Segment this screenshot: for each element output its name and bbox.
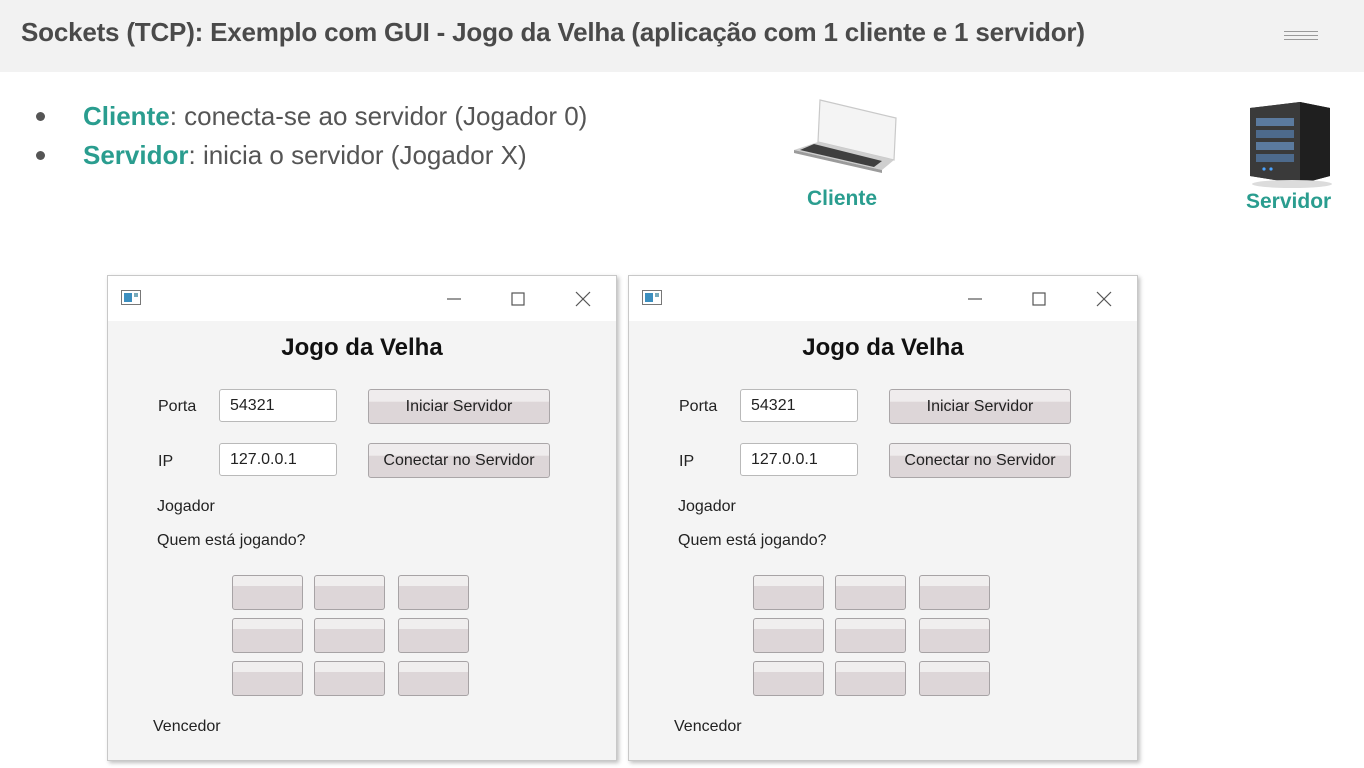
port-label: Porta: [679, 398, 718, 415]
board-cell[interactable]: [919, 575, 990, 610]
board-cell[interactable]: [835, 575, 906, 610]
tic-tac-toe-window-2: Jogo da Velha Porta 54321 Iniciar Servid…: [628, 275, 1138, 761]
board-cell[interactable]: [314, 575, 385, 610]
maximize-icon[interactable]: [1029, 289, 1049, 309]
winner-label: Vencedor: [153, 718, 221, 735]
turn-label: Quem está jogando?: [678, 532, 827, 549]
ip-input[interactable]: 127.0.0.1: [740, 443, 858, 476]
server-icon: [1250, 102, 1332, 188]
port-input[interactable]: 54321: [740, 389, 858, 422]
bullet-client: Cliente: conecta-se ao servidor (Jogador…: [32, 97, 587, 136]
player-label: Jogador: [678, 498, 736, 515]
board-cell[interactable]: [232, 618, 303, 653]
board-cell[interactable]: [398, 661, 469, 696]
board-cell[interactable]: [314, 661, 385, 696]
board-cell[interactable]: [753, 618, 824, 653]
tic-tac-toe-window-1: Jogo da Velha Porta 54321 Iniciar Servid…: [107, 275, 617, 761]
ip-label: IP: [679, 453, 695, 470]
board-cell[interactable]: [919, 618, 990, 653]
close-icon[interactable]: [1094, 289, 1114, 309]
board-cell[interactable]: [232, 575, 303, 610]
connect-server-button[interactable]: Conectar no Servidor: [368, 443, 550, 478]
board-cell[interactable]: [835, 618, 906, 653]
server-label: Servidor: [1246, 190, 1332, 213]
maximize-icon[interactable]: [508, 289, 528, 309]
start-server-button[interactable]: Iniciar Servidor: [889, 389, 1071, 424]
bullet-server: Servidor: inicia o servidor (Jogador X): [32, 136, 587, 175]
close-icon[interactable]: [573, 289, 593, 309]
app-icon: [121, 290, 141, 305]
laptop-icon: [794, 99, 897, 173]
port-input[interactable]: 54321: [219, 389, 337, 422]
bullet-text: : inicia o servidor (Jogador X): [188, 140, 527, 170]
board-cell[interactable]: [753, 575, 824, 610]
menu-icon[interactable]: [1284, 31, 1318, 43]
bullet-term: Cliente: [83, 101, 170, 131]
slide-header: Sockets (TCP): Exemplo com GUI - Jogo da…: [0, 0, 1364, 72]
bullet-term: Servidor: [83, 140, 189, 170]
board-cell[interactable]: [314, 618, 385, 653]
board-cell[interactable]: [398, 575, 469, 610]
ip-label: IP: [158, 453, 174, 470]
window-heading: Jogo da Velha: [802, 334, 964, 361]
board-cell[interactable]: [753, 661, 824, 696]
window-heading: Jogo da Velha: [281, 334, 443, 361]
turn-label: Quem está jogando?: [157, 532, 306, 549]
bullet-list: Cliente: conecta-se ao servidor (Jogador…: [32, 97, 587, 175]
board-cell[interactable]: [398, 618, 469, 653]
player-label: Jogador: [157, 498, 215, 515]
start-server-button[interactable]: Iniciar Servidor: [368, 389, 550, 424]
bullet-dot: [36, 151, 45, 160]
client-label: Cliente: [807, 187, 878, 210]
connect-server-button[interactable]: Conectar no Servidor: [889, 443, 1071, 478]
bullet-text: : conecta-se ao servidor (Jogador 0): [169, 101, 588, 131]
board-cell[interactable]: [232, 661, 303, 696]
minimize-icon[interactable]: [965, 289, 985, 309]
window-titlebar[interactable]: [108, 276, 616, 321]
board-cell[interactable]: [919, 661, 990, 696]
slide-title: Sockets (TCP): Exemplo com GUI - Jogo da…: [21, 17, 1085, 47]
port-label: Porta: [158, 398, 197, 415]
board-cell[interactable]: [835, 661, 906, 696]
window-titlebar[interactable]: [629, 276, 1137, 321]
app-icon: [642, 290, 662, 305]
minimize-icon[interactable]: [444, 289, 464, 309]
bullet-dot: [36, 112, 45, 121]
ip-input[interactable]: 127.0.0.1: [219, 443, 337, 476]
winner-label: Vencedor: [674, 718, 742, 735]
